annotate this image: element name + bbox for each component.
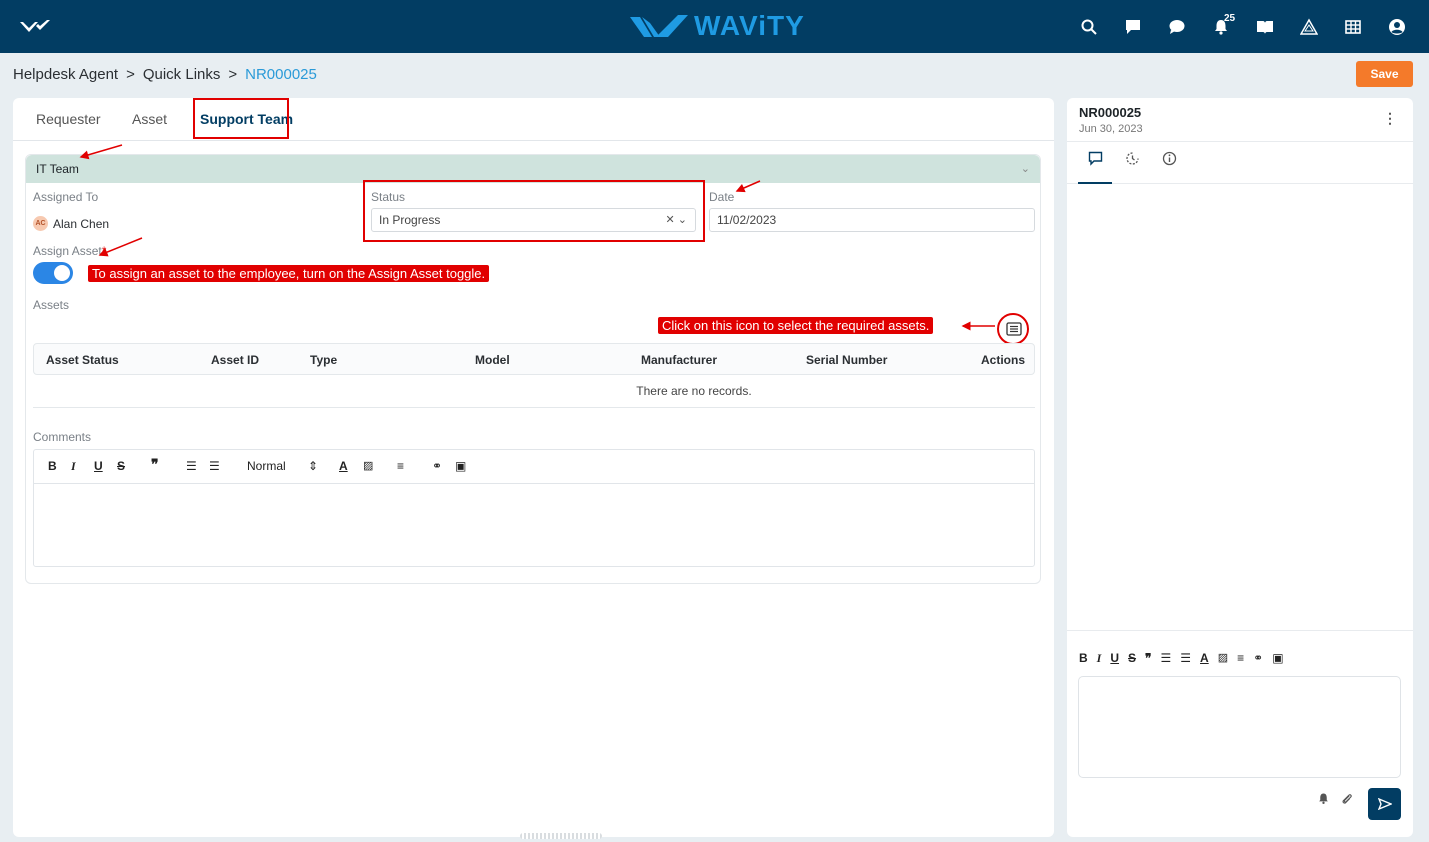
underline-icon[interactable]: U: [1110, 651, 1119, 666]
breadcrumb-separator: >: [228, 66, 238, 83]
book-open-icon: [1257, 20, 1273, 34]
breadcrumb: Helpdesk Agent > Quick Links > NR000025: [13, 66, 317, 83]
brand-logo: WAViTY: [628, 9, 805, 43]
comments-editor: B I U S ❞ ☰ ☰ Normal ⇕ A ▨ ≡ ⚭ ▣: [33, 449, 1035, 567]
app-menu-logo-icon[interactable]: [18, 14, 52, 38]
font-color-icon[interactable]: A: [339, 459, 348, 473]
strikethrough-icon[interactable]: S: [117, 459, 125, 473]
save-button[interactable]: Save: [1356, 61, 1413, 87]
chat-bubble-icon: [1169, 19, 1185, 34]
breadcrumb-current: NR000025: [245, 66, 317, 83]
search-button[interactable]: [1067, 0, 1111, 53]
format-select[interactable]: Normal: [247, 459, 286, 473]
blockquote-icon[interactable]: ❞: [151, 456, 159, 473]
side-actions: [1317, 792, 1353, 805]
paperclip-icon[interactable]: [1340, 792, 1353, 805]
user-circle-icon: [1389, 18, 1405, 35]
bullet-list-icon[interactable]: ☰: [1180, 651, 1191, 666]
breadcrumb-item-quick-links[interactable]: Quick Links: [143, 66, 221, 83]
breadcrumb-separator: >: [126, 66, 135, 83]
breadcrumb-item-helpdesk-agent[interactable]: Helpdesk Agent: [13, 66, 118, 83]
side-divider: [1067, 630, 1413, 631]
top-bar: WAViTY 25: [0, 0, 1429, 53]
underline-icon[interactable]: U: [94, 459, 103, 473]
editor-toolbar: B I U S ❞ ☰ ☰ Normal ⇕ A ▨ ≡ ⚭ ▣: [34, 450, 1034, 484]
profile-button[interactable]: [1375, 0, 1419, 53]
side-tabs: [1067, 141, 1413, 184]
bell-icon[interactable]: [1317, 792, 1330, 805]
send-button[interactable]: [1368, 788, 1401, 820]
highlight-color-icon[interactable]: ▨: [363, 459, 373, 472]
apps-grid-button[interactable]: [1331, 0, 1375, 53]
comments-label: Comments: [33, 430, 92, 444]
wavity-logo-icon: [630, 15, 688, 37]
notifications-button[interactable]: 25: [1199, 0, 1243, 53]
strikethrough-icon[interactable]: S: [1128, 651, 1136, 666]
grid-table-icon: [1345, 19, 1361, 34]
align-icon[interactable]: ≡: [397, 459, 404, 473]
knowledge-base-button[interactable]: [1243, 0, 1287, 53]
side-editor-toolbar: B I U S ❞ ☰ ☰ A ▨ ≡ ⚭ ▣: [1079, 651, 1284, 666]
bullet-list-icon[interactable]: ☰: [209, 459, 220, 473]
image-icon[interactable]: ▣: [1272, 651, 1283, 666]
send-icon: [1377, 798, 1392, 810]
message-square-icon: [1126, 19, 1140, 34]
ordered-list-icon[interactable]: ☰: [1161, 651, 1172, 666]
font-color-icon[interactable]: A: [1200, 651, 1209, 666]
history-clock-icon: [1125, 152, 1139, 165]
empty-table-message: There are no records.: [33, 375, 1035, 408]
brand-name: WAViTY: [694, 10, 805, 41]
ticket-form-card: Requester Asset Support Team IT Team ⌄ A…: [13, 98, 1054, 837]
italic-icon[interactable]: I: [1097, 651, 1102, 666]
link-icon[interactable]: ⚭: [432, 459, 442, 473]
messages-button[interactable]: [1111, 0, 1155, 53]
tab-info[interactable]: [1152, 151, 1186, 184]
alerts-button[interactable]: [1287, 0, 1331, 53]
highlight-color-icon[interactable]: ▨: [1218, 651, 1228, 666]
activity-panel: NR000025 Jun 30, 2023 ⋮ B I U S ❞ ☰ ☰ A …: [1067, 98, 1413, 837]
comment-icon: [1088, 151, 1102, 166]
side-ticket-id: NR000025: [1079, 105, 1142, 120]
blockquote-icon[interactable]: ❞: [1145, 651, 1151, 666]
side-ticket-date: Jun 30, 2023: [1079, 123, 1143, 135]
warning-triangle-icon: [1300, 17, 1318, 35]
bold-icon[interactable]: B: [1079, 651, 1088, 666]
ordered-list-icon[interactable]: ☰: [186, 459, 197, 473]
bold-icon[interactable]: B: [48, 459, 57, 473]
align-icon[interactable]: ≡: [1237, 651, 1244, 666]
annotation-arrows-icon: [79, 144, 995, 331]
image-icon[interactable]: ▣: [455, 459, 466, 473]
italic-icon[interactable]: I: [71, 459, 76, 474]
notification-count: 25: [1224, 13, 1236, 24]
tab-history[interactable]: [1115, 151, 1149, 184]
side-comment-input[interactable]: [1078, 676, 1401, 778]
resize-grip[interactable]: [520, 833, 602, 839]
tab-comments[interactable]: [1078, 151, 1112, 184]
search-icon: [1081, 19, 1097, 35]
more-options-icon[interactable]: ⋮: [1383, 110, 1397, 127]
link-icon[interactable]: ⚭: [1253, 651, 1263, 666]
select-arrows-icon[interactable]: ⇕: [308, 459, 318, 473]
chat-button[interactable]: [1155, 0, 1199, 53]
info-circle-icon: [1162, 151, 1176, 166]
